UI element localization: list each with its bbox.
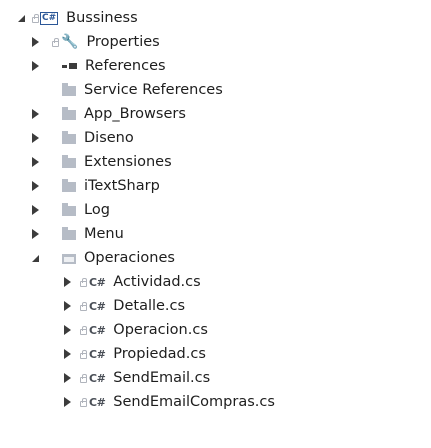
tree-node-label: SendEmailCompras.cs [113, 394, 275, 410]
references-icon [62, 63, 77, 69]
tree-node-label: Diseno [84, 130, 134, 146]
tree-node-label: iTextSharp [84, 178, 160, 194]
expander-closed-icon[interactable] [60, 373, 74, 383]
folder-icon [62, 83, 76, 96]
expander-closed-icon[interactable] [28, 157, 42, 167]
tree-node-file[interactable]: C# SendEmail.cs [60, 366, 210, 390]
solution-explorer-tree: C# Bussiness 🔧 Properties References Ser… [0, 0, 431, 448]
tree-node-folder[interactable]: Extensiones [28, 150, 172, 174]
expander-closed-icon[interactable] [60, 325, 74, 335]
tree-node-file[interactable]: C# Propiedad.cs [60, 342, 206, 366]
tree-node-label: Propiedad.cs [113, 346, 206, 362]
lock-icon [80, 301, 87, 311]
tree-node-folder-expanded[interactable]: Operaciones [28, 246, 175, 270]
tree-node-label: Menu [84, 226, 124, 242]
tree-node-folder[interactable]: iTextSharp [28, 174, 160, 198]
tree-node-label: Detalle.cs [113, 298, 186, 314]
folder-icon [62, 203, 76, 216]
folder-icon [62, 155, 76, 168]
lock-icon [80, 277, 87, 287]
expander-closed-icon[interactable] [60, 301, 74, 311]
csharp-file-icon: C# [89, 323, 106, 337]
tree-node-folder[interactable]: Log [28, 198, 110, 222]
tree-node-label: Extensiones [84, 154, 172, 170]
folder-icon [62, 179, 76, 192]
tree-node-label: SendEmail.cs [113, 370, 211, 386]
expander-closed-icon[interactable] [60, 277, 74, 287]
expander-open-icon[interactable] [28, 254, 42, 262]
csharp-file-icon: C# [89, 347, 106, 361]
tree-node-label: App_Browsers [84, 106, 186, 122]
lock-icon [80, 397, 87, 407]
expander-open-icon[interactable] [14, 14, 28, 22]
expander-closed-icon[interactable] [28, 61, 42, 71]
tree-node-folder[interactable]: Menu [28, 222, 124, 246]
expander-closed-icon[interactable] [28, 133, 42, 143]
tree-node-label: Operacion.cs [113, 322, 208, 338]
tree-node-folder[interactable]: Diseno [28, 126, 134, 150]
tree-node-file[interactable]: C# Detalle.cs [60, 294, 185, 318]
expander-closed-icon[interactable] [28, 37, 42, 47]
tree-node-label: Service References [84, 82, 223, 98]
tree-node-file[interactable]: C# Operacion.cs [60, 318, 208, 342]
tree-node-label: Log [84, 202, 110, 218]
csharp-file-icon: C# [89, 395, 106, 409]
tree-node-label: References [85, 58, 166, 74]
expander-closed-icon[interactable] [28, 229, 42, 239]
lock-icon [80, 325, 87, 335]
folder-icon [62, 227, 76, 240]
folder-icon [62, 131, 76, 144]
csharp-project-icon: C# [40, 11, 59, 25]
expander-closed-icon[interactable] [28, 109, 42, 119]
expander-closed-icon[interactable] [60, 349, 74, 359]
csharp-file-icon: C# [89, 275, 106, 289]
csharp-file-icon: C# [89, 299, 106, 313]
lock-icon [32, 13, 39, 23]
lock-icon [80, 373, 87, 383]
tree-node-folder[interactable]: App_Browsers [28, 102, 186, 126]
tree-node-project[interactable]: C# Bussiness [14, 6, 138, 30]
expander-closed-icon[interactable] [28, 205, 42, 215]
wrench-icon: 🔧 [61, 34, 79, 50]
tree-node-file[interactable]: C# Actividad.cs [60, 270, 201, 294]
lock-icon [52, 37, 59, 47]
tree-node-label: Actividad.cs [113, 274, 201, 290]
tree-node-references[interactable]: References [28, 54, 166, 78]
tree-node-folder[interactable]: Service References [28, 78, 223, 102]
tree-node-properties[interactable]: 🔧 Properties [28, 30, 160, 54]
expander-closed-icon[interactable] [28, 181, 42, 191]
lock-icon [80, 349, 87, 359]
csharp-file-icon: C# [89, 371, 106, 385]
folder-icon [62, 107, 76, 120]
tree-node-label: Properties [86, 34, 160, 50]
tree-node-label: Operaciones [84, 250, 175, 266]
expander-closed-icon[interactable] [60, 397, 74, 407]
tree-node-file[interactable]: C# SendEmailCompras.cs [60, 390, 275, 414]
folder-open-icon [62, 254, 76, 264]
tree-node-label: Bussiness [66, 10, 138, 26]
